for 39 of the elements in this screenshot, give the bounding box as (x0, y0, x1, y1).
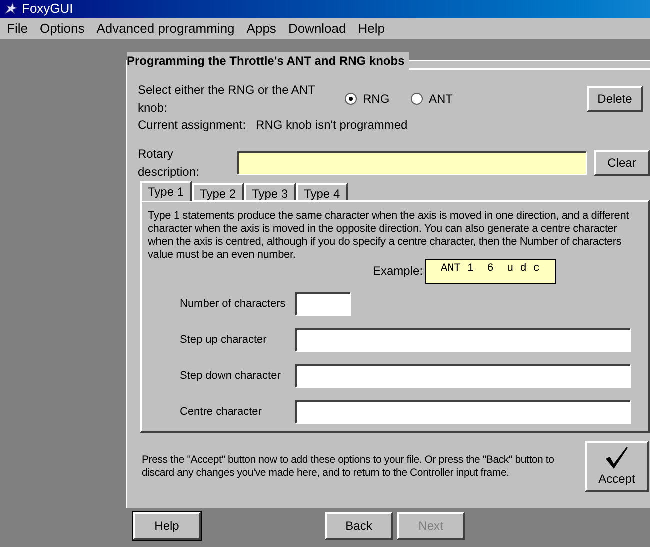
clear-button[interactable]: Clear (594, 150, 650, 176)
example-box: ANT 1 6 u d c (425, 258, 556, 284)
nav-button[interactable]: Back (325, 512, 393, 540)
field-label: Centre character (180, 404, 263, 420)
radio-option[interactable]: ANT (411, 90, 587, 108)
example-label: Example: (373, 263, 424, 280)
field-label: Number of characters (180, 296, 287, 312)
input-field[interactable] (295, 364, 631, 388)
radio-button[interactable] (411, 93, 423, 105)
tab[interactable]: Type 3 (244, 183, 296, 200)
rotary-description-field[interactable] (237, 151, 587, 175)
field-label: Step up character (180, 332, 268, 348)
menu-item[interactable]: Options (38, 18, 86, 38)
window-title: FoxyGUI (22, 0, 74, 18)
tab[interactable]: Type 4 (296, 183, 348, 200)
menu-item[interactable]: Help (357, 18, 386, 38)
app-icon (4, 2, 18, 16)
tab[interactable]: Type 2 (192, 183, 244, 200)
accept-button[interactable]: Accept (585, 441, 649, 492)
radio-button[interactable] (345, 93, 357, 105)
menu-item[interactable]: Download (287, 18, 348, 38)
input-field[interactable] (295, 400, 631, 424)
tab[interactable]: Type 1 (140, 181, 192, 201)
assignment-label: Current assignment: (138, 117, 246, 134)
rotary-label: Rotary description: (138, 146, 200, 181)
delete-button[interactable]: Delete (587, 86, 643, 112)
input-field[interactable] (295, 292, 351, 316)
assignment-value: RNG knob isn't programmed (256, 117, 408, 134)
input-field[interactable] (295, 328, 631, 352)
radio-option[interactable]: RNG (345, 90, 411, 108)
prompt-label: Select either the RNG or the ANT knob: (138, 82, 316, 117)
menu-item[interactable]: File (6, 18, 29, 38)
checkmark-icon (604, 446, 630, 470)
field-label: Step down character (180, 368, 282, 384)
group-title: Programming the Throttle's ANT and RNG knobs (127, 52, 409, 70)
nav-button[interactable]: Help (133, 512, 201, 540)
footer-text: Press the "Accept" button now to add these options to your file. Or press the "Back" button to discard any changes you've made here, and to return to the Controller input frame. (142, 454, 556, 480)
menu-item[interactable]: Apps (246, 18, 278, 38)
menu-item[interactable]: Advanced programming (96, 18, 236, 38)
